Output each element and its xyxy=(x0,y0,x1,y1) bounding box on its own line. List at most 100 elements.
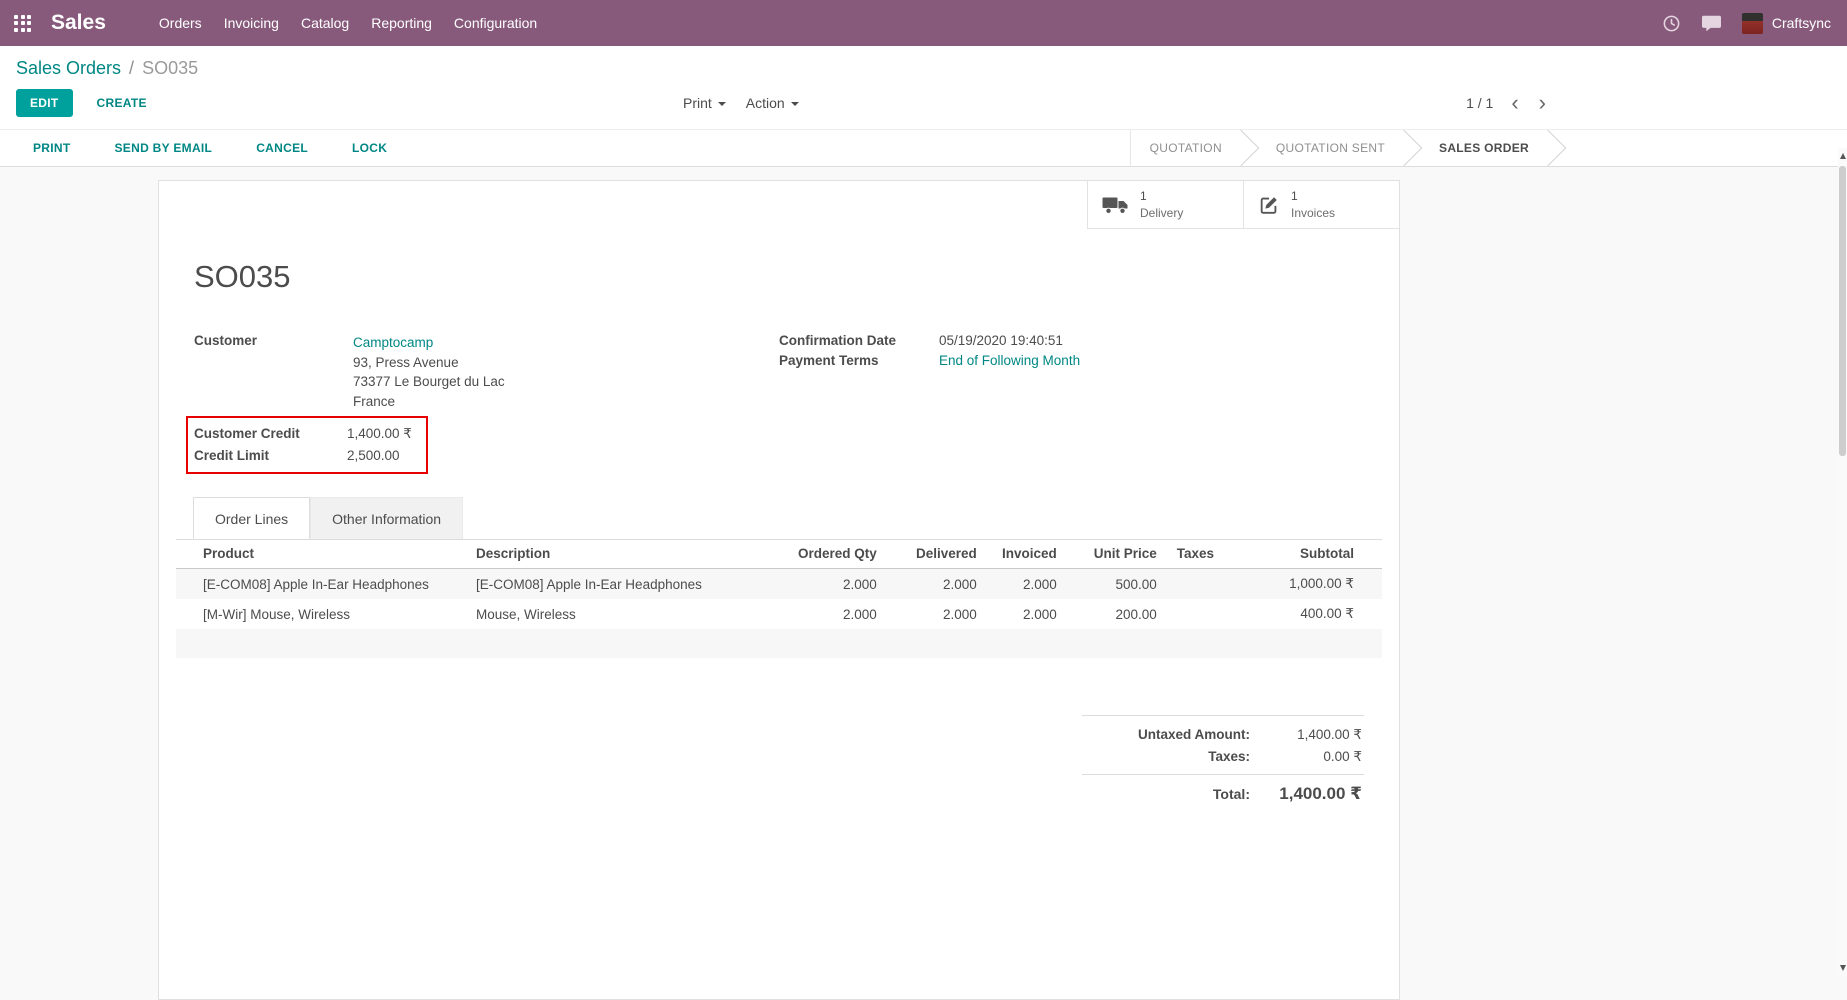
column-header-taxes[interactable]: Taxes xyxy=(1167,540,1255,569)
tab-order-lines[interactable]: Order Lines xyxy=(193,497,310,539)
invoices-count: 1 xyxy=(1291,188,1335,204)
column-header-product[interactable]: Product xyxy=(176,540,466,569)
cell-unit-price: 200.00 xyxy=(1067,599,1167,629)
chat-icon[interactable] xyxy=(1701,14,1722,33)
scrollbar-thumb[interactable] xyxy=(1839,166,1846,456)
taxes-label: Taxes: xyxy=(1208,749,1250,764)
pager-next-button[interactable]: › xyxy=(1537,93,1548,113)
delivery-stat-button[interactable]: 1 Delivery xyxy=(1087,181,1243,229)
user-name: Craftsync xyxy=(1772,15,1831,31)
main-menu: Orders Invoicing Catalog Reporting Confi… xyxy=(148,0,548,46)
invoices-stat-button[interactable]: 1 Invoices xyxy=(1243,181,1399,229)
stat-button-strip: 1 Delivery 1 Invoices xyxy=(159,181,1399,229)
edit-button[interactable]: EDIT xyxy=(16,89,73,117)
scroll-up-button[interactable] xyxy=(1838,150,1847,162)
user-menu[interactable]: Craftsync xyxy=(1742,13,1831,34)
table-row[interactable]: [E-COM08] Apple In-Ear Headphones [E-COM… xyxy=(176,569,1382,600)
pager: 1 / 1 ‹ › xyxy=(1466,93,1548,113)
cell-delivered: 2.000 xyxy=(887,569,987,600)
table-row[interactable]: [M-Wir] Mouse, Wireless Mouse, Wireless … xyxy=(176,599,1382,629)
address-line: 93, Press Avenue xyxy=(353,353,505,373)
breadcrumb-sales-orders-link[interactable]: Sales Orders xyxy=(16,58,121,78)
invoices-label: Invoices xyxy=(1291,205,1335,221)
menu-reporting[interactable]: Reporting xyxy=(360,0,443,46)
order-lines-table: Product Description Ordered Qty Delivere… xyxy=(176,540,1382,658)
delivery-label: Delivery xyxy=(1140,205,1183,221)
totals-panel: Untaxed Amount: 1,400.00 ₹ Taxes: 0.00 ₹… xyxy=(1082,715,1364,807)
credit-limit-label: Credit Limit xyxy=(194,445,347,467)
customer-credit-label: Customer Credit xyxy=(194,423,347,445)
delivery-count: 1 xyxy=(1140,188,1183,204)
cell-product: [M-Wir] Mouse, Wireless xyxy=(176,599,466,629)
print-dropdown[interactable]: Print xyxy=(683,95,726,111)
breadcrumb: Sales Orders/SO035 xyxy=(16,58,1831,79)
sales-order-sheet: 1 Delivery 1 Invoices SO035 xyxy=(158,180,1400,1000)
confirmation-date-value: 05/19/2020 19:40:51 xyxy=(939,333,1063,348)
payment-terms-link[interactable]: End of Following Month xyxy=(939,353,1080,368)
column-header-invoiced[interactable]: Invoiced xyxy=(987,540,1067,569)
menu-catalog[interactable]: Catalog xyxy=(290,0,360,46)
pencil-square-icon xyxy=(1258,194,1280,216)
caret-down-icon xyxy=(791,102,799,106)
cell-ordered-qty: 2.000 xyxy=(788,599,887,629)
menu-invoicing[interactable]: Invoicing xyxy=(213,0,290,46)
cell-description: [E-COM08] Apple In-Ear Headphones xyxy=(466,569,788,600)
notebook-tabs: Order Lines Other Information xyxy=(176,497,1382,540)
avatar xyxy=(1742,13,1763,34)
column-header-unit-price[interactable]: Unit Price xyxy=(1067,540,1167,569)
column-header-description[interactable]: Description xyxy=(466,540,788,569)
caret-down-icon xyxy=(718,102,726,106)
column-header-subtotal[interactable]: Subtotal xyxy=(1255,540,1382,569)
address-line: France xyxy=(353,392,505,412)
address-line: 73377 Le Bourget du Lac xyxy=(353,372,505,392)
pager-counter[interactable]: 1 / 1 xyxy=(1466,95,1493,111)
pager-prev-button[interactable]: ‹ xyxy=(1509,93,1520,113)
tab-other-information[interactable]: Other Information xyxy=(310,497,463,539)
cell-description: Mouse, Wireless xyxy=(466,599,788,629)
action-dropdown[interactable]: Action xyxy=(746,95,799,111)
confirmation-date-label: Confirmation Date xyxy=(779,333,939,348)
stage-quotation-sent[interactable]: QUOTATION SENT xyxy=(1257,130,1404,166)
send-by-email-button[interactable]: SEND BY EMAIL xyxy=(109,140,219,156)
payment-terms-label: Payment Terms xyxy=(779,353,939,368)
menu-configuration[interactable]: Configuration xyxy=(443,0,548,46)
customer-field: Customer Camptocamp 93, Press Avenue 733… xyxy=(194,333,779,411)
stage-arrow-icon xyxy=(1404,130,1420,166)
triangle-up-icon xyxy=(1840,153,1846,159)
untaxed-amount-value: 1,400.00 ₹ xyxy=(1250,727,1362,743)
scrollbar[interactable] xyxy=(1838,148,1847,976)
customer-link[interactable]: Camptocamp xyxy=(353,335,433,350)
print-button[interactable]: PRINT xyxy=(27,140,77,156)
customer-address: Camptocamp 93, Press Avenue 73377 Le Bou… xyxy=(353,333,505,411)
breadcrumb-separator: / xyxy=(129,58,134,78)
cell-taxes xyxy=(1167,569,1255,600)
cell-ordered-qty: 2.000 xyxy=(788,569,887,600)
stage-arrow-icon xyxy=(1548,130,1564,166)
menu-orders[interactable]: Orders xyxy=(148,0,213,46)
column-header-ordered-qty[interactable]: Ordered Qty xyxy=(788,540,887,569)
total-label: Total: xyxy=(1213,786,1250,802)
control-panel: Sales Orders/SO035 EDIT CREATE Print Act… xyxy=(0,46,1847,129)
cell-subtotal: 400.00 ₹ xyxy=(1255,599,1382,629)
create-button[interactable]: CREATE xyxy=(91,95,153,111)
lock-button[interactable]: LOCK xyxy=(346,140,393,156)
app-name[interactable]: Sales xyxy=(51,11,106,35)
customer-credit-value: 1,400.00 ₹ xyxy=(347,423,412,445)
cell-invoiced: 2.000 xyxy=(987,599,1067,629)
clock-icon[interactable] xyxy=(1662,14,1681,33)
cell-taxes xyxy=(1167,599,1255,629)
page-title: SO035 xyxy=(194,259,1364,295)
cancel-button[interactable]: CANCEL xyxy=(250,140,314,156)
empty-row xyxy=(176,629,1382,658)
main-content: 1 Delivery 1 Invoices SO035 xyxy=(0,167,1847,1000)
stage-arrow-icon xyxy=(1241,130,1257,166)
cell-delivered: 2.000 xyxy=(887,599,987,629)
payment-terms-field: Payment Terms End of Following Month xyxy=(779,353,1364,368)
total-value: 1,400.00 ₹ xyxy=(1250,784,1362,804)
scroll-down-button[interactable] xyxy=(1838,962,1847,974)
credit-limit-value: 2,500.00 xyxy=(347,445,400,467)
status-pipeline: QUOTATION QUOTATION SENT SALES ORDER xyxy=(1130,130,1564,166)
statusbar: PRINT SEND BY EMAIL CANCEL LOCK QUOTATIO… xyxy=(0,129,1847,167)
column-header-delivered[interactable]: Delivered xyxy=(887,540,987,569)
apps-grid-icon[interactable] xyxy=(14,15,31,32)
